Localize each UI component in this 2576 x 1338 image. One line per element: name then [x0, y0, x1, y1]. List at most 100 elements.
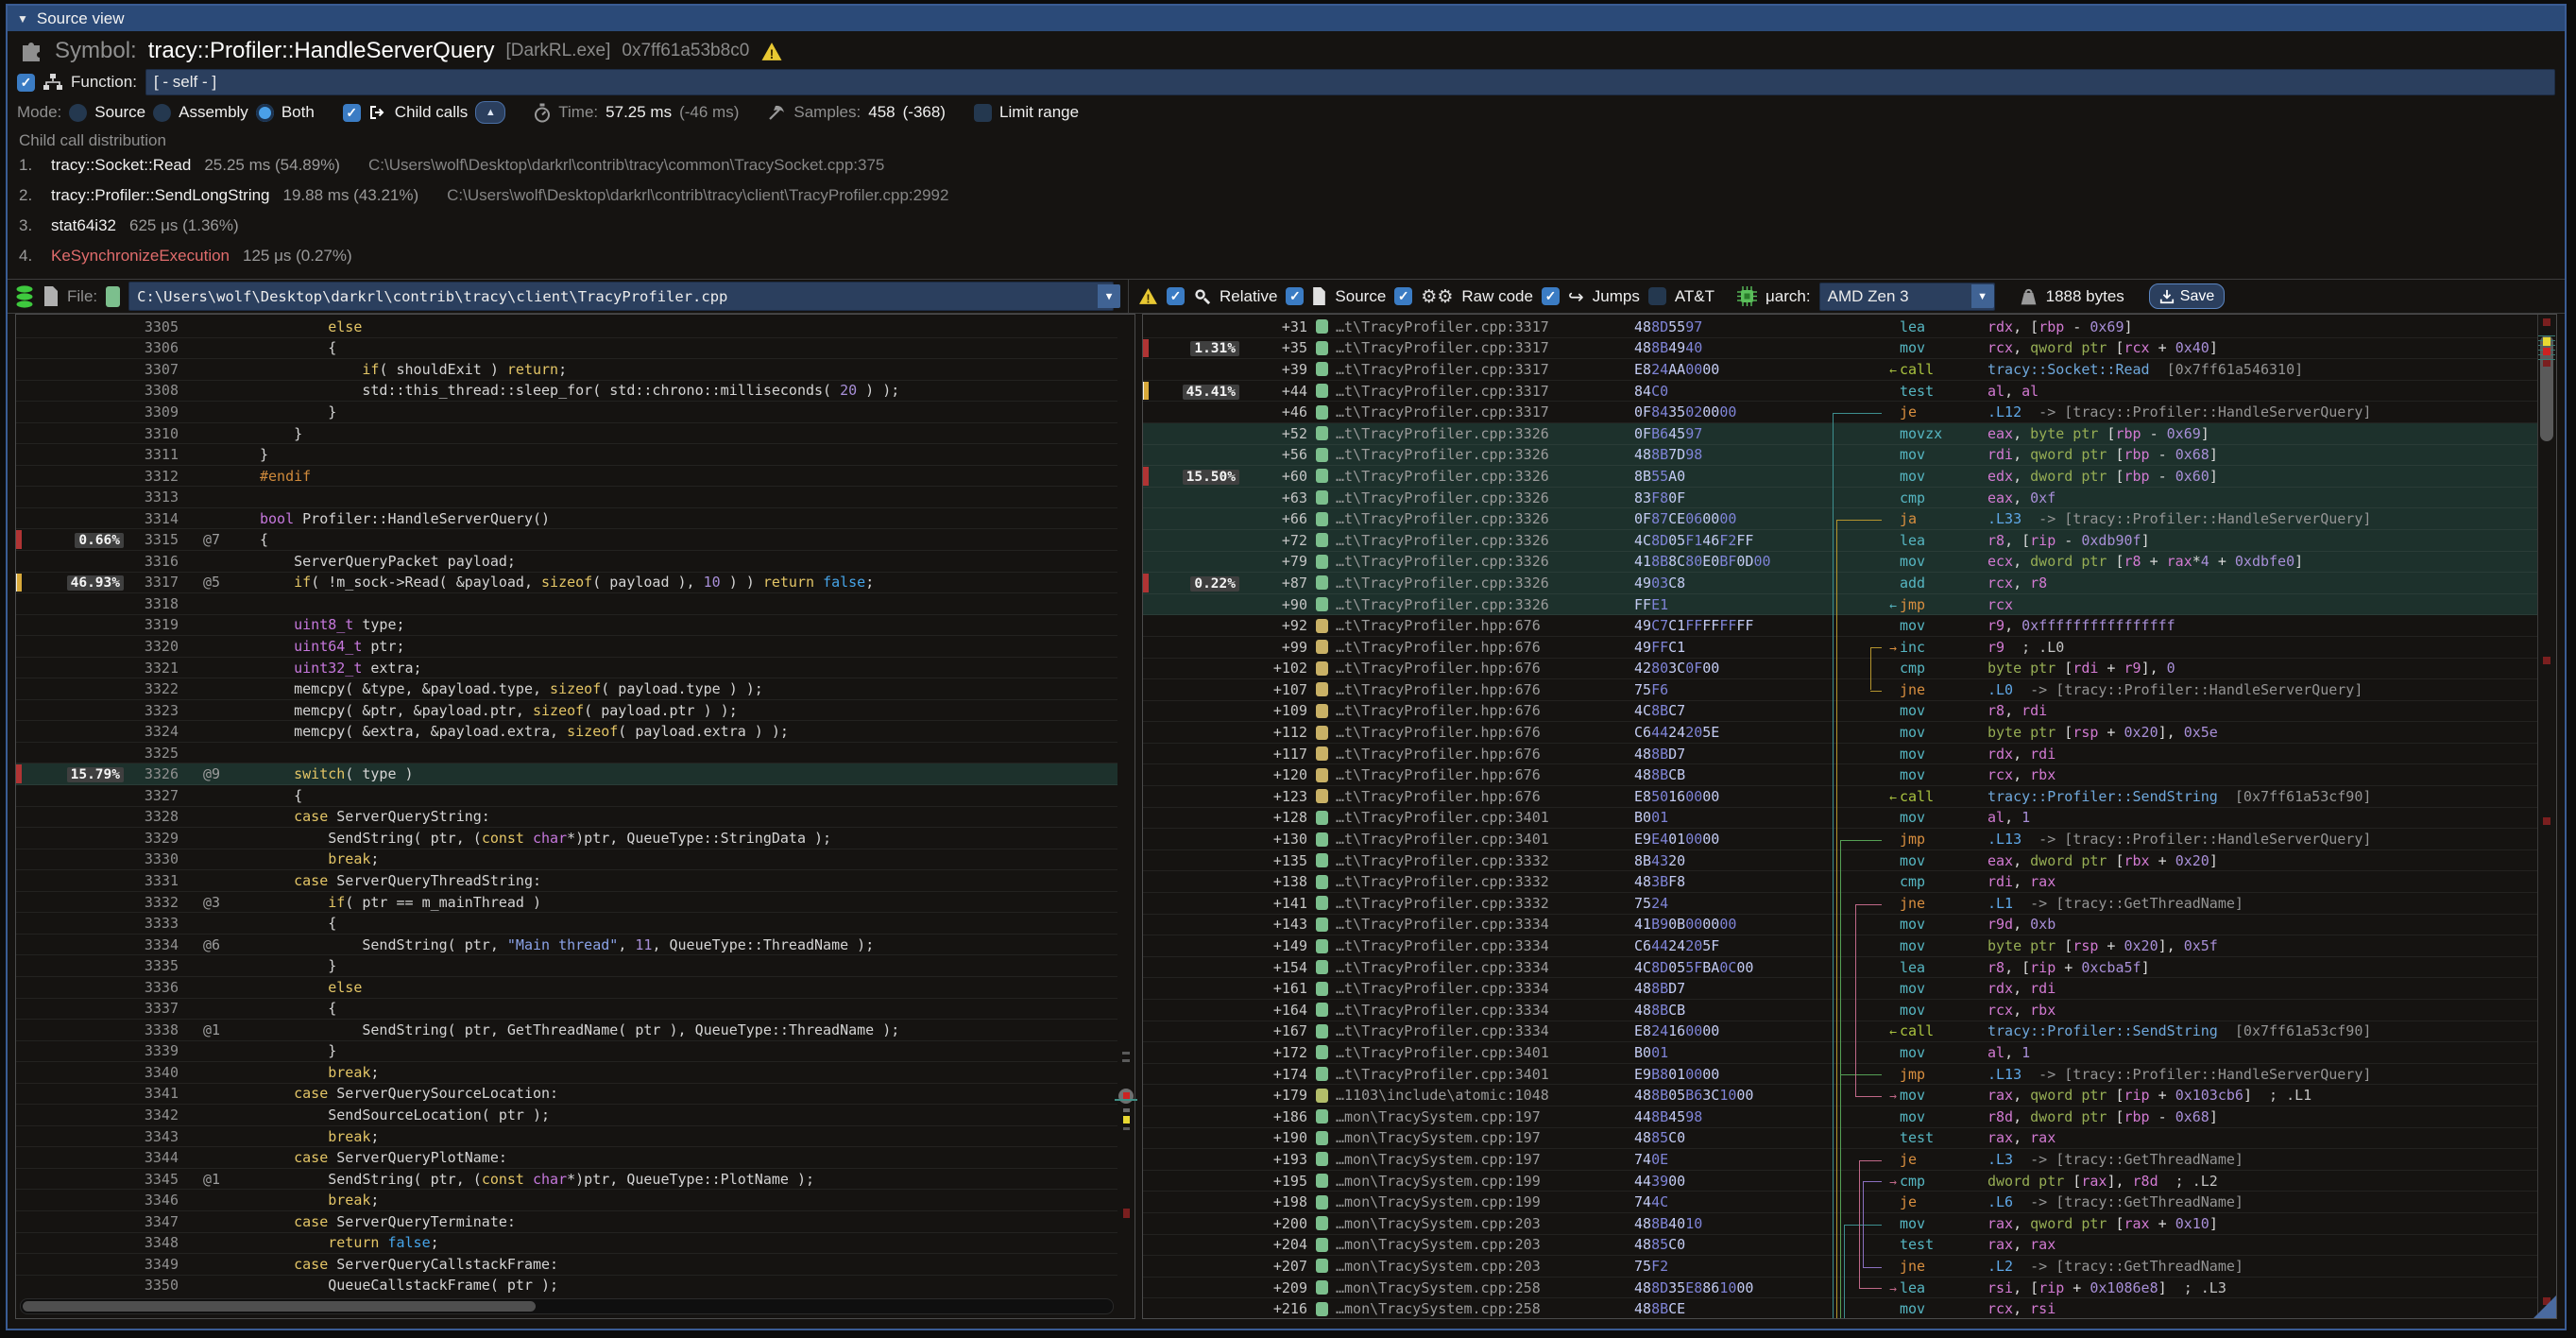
source-line[interactable]: 3323 memcpy( &ptr, &payload.ptr, sizeof(…: [16, 700, 1117, 722]
asm-row[interactable]: +141…t\TracyProfiler.cpp:33327524jne.L1 …: [1143, 893, 2537, 915]
jumps-checkbox[interactable]: [1542, 287, 1560, 305]
asm-row[interactable]: +174…t\TracyProfiler.cpp:3401E9B8010000j…: [1143, 1064, 2537, 1086]
asm-row[interactable]: +31…t\TracyProfiler.cpp:3317488D5597lear…: [1143, 317, 2537, 338]
source-line[interactable]: 3337 {: [16, 999, 1117, 1021]
source-line[interactable]: 3309 }: [16, 402, 1117, 423]
asm-row[interactable]: +143…t\TracyProfiler.cpp:333441B90B00000…: [1143, 915, 2537, 936]
collapse-up-button[interactable]: ▲: [475, 101, 505, 124]
radio-both[interactable]: [256, 104, 274, 122]
source-line[interactable]: 3327 {: [16, 785, 1117, 807]
source-line[interactable]: 3330 break;: [16, 849, 1117, 871]
asm-row[interactable]: +190…mon\TracySystem.cpp:1974885C0testra…: [1143, 1128, 2537, 1150]
source-line[interactable]: 3319 uint8_t type;: [16, 615, 1117, 637]
asm-row[interactable]: +193…mon\TracySystem.cpp:197740Eje.L3 ->…: [1143, 1149, 2537, 1171]
source-line[interactable]: 3346 break;: [16, 1190, 1117, 1211]
asm-row[interactable]: +117…t\TracyProfiler.hpp:676488BD7movrdx…: [1143, 744, 2537, 765]
source-line[interactable]: 3314bool Profiler::HandleServerQuery(): [16, 508, 1117, 530]
asm-row[interactable]: +63…t\TracyProfiler.cpp:332683F80Fcmpeax…: [1143, 488, 2537, 509]
function-checkbox[interactable]: [17, 74, 35, 92]
asm-row[interactable]: +130…t\TracyProfiler.cpp:3401E9E4010000j…: [1143, 829, 2537, 850]
source-line[interactable]: 3348 return false;: [16, 1233, 1117, 1255]
source-line[interactable]: 0.66%3315@7{: [16, 529, 1117, 551]
asm-row[interactable]: +179…1103\include\atomic:1048488B05B63C1…: [1143, 1085, 2537, 1106]
child-call-item[interactable]: 3.stat64i32625 μs (1.36%): [19, 216, 2553, 247]
raw-code-checkbox[interactable]: [1394, 287, 1412, 305]
asm-row[interactable]: 0.22%+87…t\TracyProfiler.cpp:33264903C8a…: [1143, 573, 2537, 594]
source-line[interactable]: 3305 else: [16, 317, 1117, 338]
source-line[interactable]: 3334@6 SendString( ptr, "Main thread", 1…: [16, 935, 1117, 956]
source-line[interactable]: 3339 }: [16, 1041, 1117, 1063]
asm-row[interactable]: +200…mon\TracySystem.cpp:203488B4010movr…: [1143, 1213, 2537, 1235]
asm-row[interactable]: +46…t\TracyProfiler.cpp:33170F8435020000…: [1143, 402, 2537, 423]
asm-row[interactable]: +195…mon\TracySystem.cpp:199443900→cmpdw…: [1143, 1171, 2537, 1192]
source-line[interactable]: 3321 uint32_t extra;: [16, 658, 1117, 679]
save-button[interactable]: Save: [2149, 283, 2225, 309]
asm-row[interactable]: +109…t\TracyProfiler.hpp:6764C8BC7movr8,…: [1143, 701, 2537, 723]
asm-scrollbar[interactable]: [2537, 315, 2556, 1318]
asm-row[interactable]: +66…t\TracyProfiler.cpp:33260F87CE060000…: [1143, 508, 2537, 530]
asm-row[interactable]: +123…t\TracyProfiler.hpp:676E850160000←c…: [1143, 786, 2537, 808]
asm-row[interactable]: +99…t\TracyProfiler.hpp:67649FFC1→incr9 …: [1143, 637, 2537, 659]
asm-row[interactable]: 1.31%+35…t\TracyProfiler.cpp:3317488B494…: [1143, 338, 2537, 360]
source-checkbox[interactable]: [1286, 287, 1304, 305]
asm-row[interactable]: +138…t\TracyProfiler.cpp:3332483BF8cmprd…: [1143, 871, 2537, 893]
source-line[interactable]: 3311}: [16, 444, 1117, 466]
asm-row[interactable]: +149…t\TracyProfiler.cpp:3334C64424205Fm…: [1143, 935, 2537, 957]
radio-assembly[interactable]: [153, 104, 171, 122]
source-hscrollbar[interactable]: [20, 1298, 1114, 1314]
asm-row[interactable]: +128…t\TracyProfiler.cpp:3401B001moval, …: [1143, 808, 2537, 830]
function-select[interactable]: [ - self - ]: [145, 69, 2555, 95]
asm-row[interactable]: +72…t\TracyProfiler.cpp:33264C8D05F146F2…: [1143, 530, 2537, 552]
source-line[interactable]: 3350 QueueCallstackFrame( ptr );: [16, 1276, 1117, 1294]
source-line[interactable]: 3338@1 SendString( ptr, GetThreadName( p…: [16, 1020, 1117, 1041]
resize-grip[interactable]: [2533, 1295, 2556, 1318]
asm-row[interactable]: +112…t\TracyProfiler.hpp:676C64424205Emo…: [1143, 722, 2537, 744]
asm-row[interactable]: +164…t\TracyProfiler.cpp:3334488BCBmovrc…: [1143, 1000, 2537, 1021]
source-line[interactable]: 3347 case ServerQueryTerminate:: [16, 1211, 1117, 1233]
relative-checkbox[interactable]: [1167, 287, 1185, 305]
source-line[interactable]: 3344 case ServerQueryPlotName:: [16, 1147, 1117, 1169]
source-line[interactable]: 3345@1 SendString( ptr, (const char*)ptr…: [16, 1169, 1117, 1191]
source-line[interactable]: 3320 uint64_t ptr;: [16, 636, 1117, 658]
child-call-item[interactable]: 4.KeSynchronizeExecution125 μs (0.27%): [19, 247, 2553, 277]
source-line[interactable]: 3335 }: [16, 955, 1117, 977]
source-line[interactable]: 3333 {: [16, 913, 1117, 935]
source-line[interactable]: 3329 SendString( ptr, (const char*)ptr, …: [16, 828, 1117, 849]
source-line[interactable]: 3349 case ServerQueryCallstackFrame:: [16, 1254, 1117, 1276]
asm-row[interactable]: +198…mon\TracySystem.cpp:199744Cje.L6 ->…: [1143, 1192, 2537, 1213]
asm-row[interactable]: +56…t\TracyProfiler.cpp:3326488B7D98movr…: [1143, 445, 2537, 467]
source-line[interactable]: 3341 case ServerQuerySourceLocation:: [16, 1084, 1117, 1106]
asm-row[interactable]: +209…mon\TracySystem.cpp:258488D35E88610…: [1143, 1278, 2537, 1299]
asm-row[interactable]: +204…mon\TracySystem.cpp:2034885C0testra…: [1143, 1235, 2537, 1257]
asm-row[interactable]: +161…t\TracyProfiler.cpp:3334488BD7movrd…: [1143, 978, 2537, 1000]
source-line[interactable]: 3343 break;: [16, 1126, 1117, 1148]
source-line[interactable]: 3332@3 if( ptr == m_mainThread ): [16, 892, 1117, 914]
radio-source[interactable]: [69, 104, 87, 122]
asm-row[interactable]: +107…t\TracyProfiler.hpp:67675F6jne.L0 -…: [1143, 679, 2537, 701]
title-bar[interactable]: ▼ Source view: [8, 6, 2565, 31]
asm-row[interactable]: +172…t\TracyProfiler.cpp:3401B001moval, …: [1143, 1042, 2537, 1064]
child-call-item[interactable]: 2.tracy::Profiler::SendLongString19.88 m…: [19, 186, 2553, 216]
source-line[interactable]: 3313: [16, 487, 1117, 508]
source-line[interactable]: 3324 memcpy( &extra, &payload.extra, siz…: [16, 721, 1117, 743]
asm-row[interactable]: 15.50%+60…t\TracyProfiler.cpp:33268B55A0…: [1143, 466, 2537, 488]
source-line[interactable]: 3316 ServerQueryPacket payload;: [16, 551, 1117, 573]
att-checkbox[interactable]: [1648, 287, 1666, 305]
child-calls-checkbox[interactable]: [343, 104, 361, 122]
asm-row[interactable]: +39…t\TracyProfiler.cpp:3317E824AA0000←c…: [1143, 359, 2537, 381]
asm-row[interactable]: +167…t\TracyProfiler.cpp:3334E824160000←…: [1143, 1021, 2537, 1043]
asm-row[interactable]: +216…mon\TracySystem.cpp:258488BCEmovrcx…: [1143, 1298, 2537, 1318]
source-line[interactable]: 3306 {: [16, 338, 1117, 360]
source-line[interactable]: 3312#endif: [16, 466, 1117, 488]
chevron-down-icon[interactable]: ▼: [1971, 284, 1994, 308]
source-line[interactable]: 3310 }: [16, 423, 1117, 445]
source-line[interactable]: 3318: [16, 593, 1117, 615]
source-line[interactable]: 3325: [16, 743, 1117, 764]
asm-row[interactable]: +120…t\TracyProfiler.hpp:676488BCBmovrcx…: [1143, 764, 2537, 786]
collapse-icon[interactable]: ▼: [17, 12, 28, 26]
source-line[interactable]: 3308 std::this_thread::sleep_for( std::c…: [16, 381, 1117, 403]
source-line[interactable]: 3331 case ServerQueryThreadString:: [16, 870, 1117, 892]
source-line[interactable]: 3322 memcpy( &type, &payload.type, sizeo…: [16, 678, 1117, 700]
source-minimap-strip[interactable]: [1118, 317, 1134, 1294]
scrollbar-thumb[interactable]: [23, 1301, 536, 1312]
